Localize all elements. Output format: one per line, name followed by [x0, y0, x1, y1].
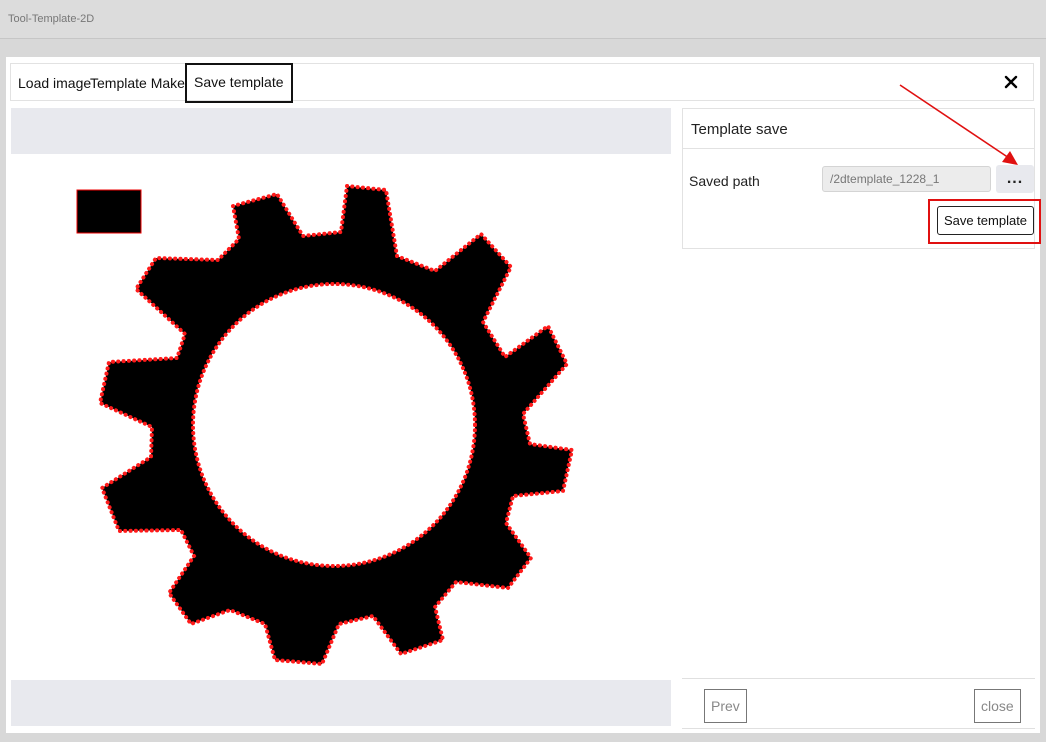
gear-inner-contour	[191, 282, 477, 568]
tab-load-image[interactable]: Load image	[18, 64, 91, 102]
close-icon[interactable]	[1003, 74, 1019, 90]
window-title: Tool-Template-2D	[8, 13, 95, 25]
footer-divider	[682, 678, 1035, 679]
close-button[interactable]: close	[974, 689, 1021, 723]
image-toolbar-top	[11, 108, 671, 154]
image-canvas[interactable]	[11, 154, 671, 680]
browse-button[interactable]: ...	[996, 165, 1034, 193]
selection-rectangle	[76, 189, 142, 234]
footer-divider-bottom	[682, 728, 1035, 729]
gear-image	[76, 183, 575, 667]
saved-path-input[interactable]	[822, 166, 991, 192]
dialog-window: Load image Template Make Save template T…	[6, 57, 1041, 733]
title-bar: Tool-Template-2D	[0, 0, 1046, 39]
panel-title: Template save	[691, 121, 788, 138]
saved-path-label: Saved path	[689, 173, 760, 189]
prev-button[interactable]: Prev	[704, 689, 747, 723]
template-save-panel: Template save Saved path ... Save templa…	[682, 108, 1041, 249]
tab-template-make[interactable]: Template Make	[90, 64, 185, 102]
save-template-button[interactable]: Save template	[937, 206, 1034, 235]
image-toolbar-bottom	[11, 680, 671, 726]
tab-bar: Load image Template Make Save template	[10, 63, 1034, 103]
panel-header: Template save	[683, 109, 1034, 149]
tab-save-template[interactable]: Save template	[185, 63, 293, 103]
